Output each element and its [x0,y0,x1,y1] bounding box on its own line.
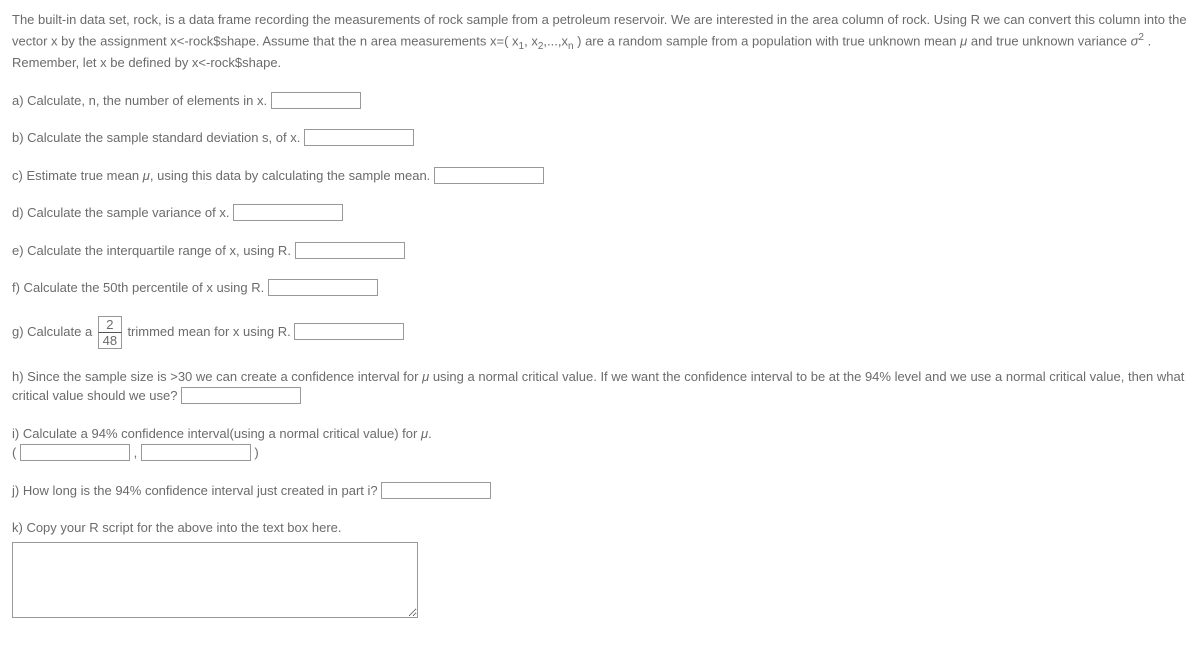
paren-open: ( [12,445,20,460]
answer-d-input[interactable] [233,204,343,221]
question-f: f) Calculate the 50th percentile of x us… [12,278,1188,298]
fraction-denominator: 48 [98,332,122,349]
question-f-label: f) Calculate the 50th percentile of x us… [12,280,268,295]
question-c: c) Estimate true mean μ, using this data… [12,166,1188,186]
intro-text: The built-in data set, rock, is a data f… [12,10,1188,73]
answer-j-input[interactable] [381,482,491,499]
question-k: k) Copy your R script for the above into… [12,518,1188,618]
answer-i-lower-input[interactable] [20,444,130,461]
question-g-pre: g) Calculate a [12,324,96,339]
question-h: h) Since the sample size is >30 we can c… [12,367,1188,406]
answer-i-upper-input[interactable] [141,444,251,461]
answer-b-input[interactable] [304,129,414,146]
question-a-label: a) Calculate, n, the number of elements … [12,93,271,108]
question-a: a) Calculate, n, the number of elements … [12,91,1188,111]
answer-h-input[interactable] [181,387,301,404]
fraction-numerator: 2 [98,316,122,332]
question-b: b) Calculate the sample standard deviati… [12,128,1188,148]
question-i: i) Calculate a 94% confidence interval(u… [12,424,1188,463]
question-j: j) How long is the 94% confidence interv… [12,481,1188,501]
answer-g-input[interactable] [294,323,404,340]
question-e-label: e) Calculate the interquartile range of … [12,243,295,258]
question-d-label: d) Calculate the sample variance of x. [12,205,233,220]
question-b-label: b) Calculate the sample standard deviati… [12,130,304,145]
question-g: g) Calculate a 248 trimmed mean for x us… [12,316,1188,349]
question-k-label: k) Copy your R script for the above into… [12,520,342,535]
question-j-label: j) How long is the 94% confidence interv… [12,483,381,498]
question-d: d) Calculate the sample variance of x. [12,203,1188,223]
answer-a-input[interactable] [271,92,361,109]
question-i-label: i) Calculate a 94% confidence interval(u… [12,426,432,441]
answer-c-input[interactable] [434,167,544,184]
answer-k-textarea[interactable] [12,542,418,618]
question-g-post: trimmed mean for x using R. [124,324,295,339]
paren-close: ) [251,445,259,460]
question-c-label: c) Estimate true mean μ, using this data… [12,168,434,183]
answer-f-input[interactable] [268,279,378,296]
answer-e-input[interactable] [295,242,405,259]
fraction: 248 [98,316,122,349]
question-e: e) Calculate the interquartile range of … [12,241,1188,261]
comma-separator: , [130,445,141,460]
